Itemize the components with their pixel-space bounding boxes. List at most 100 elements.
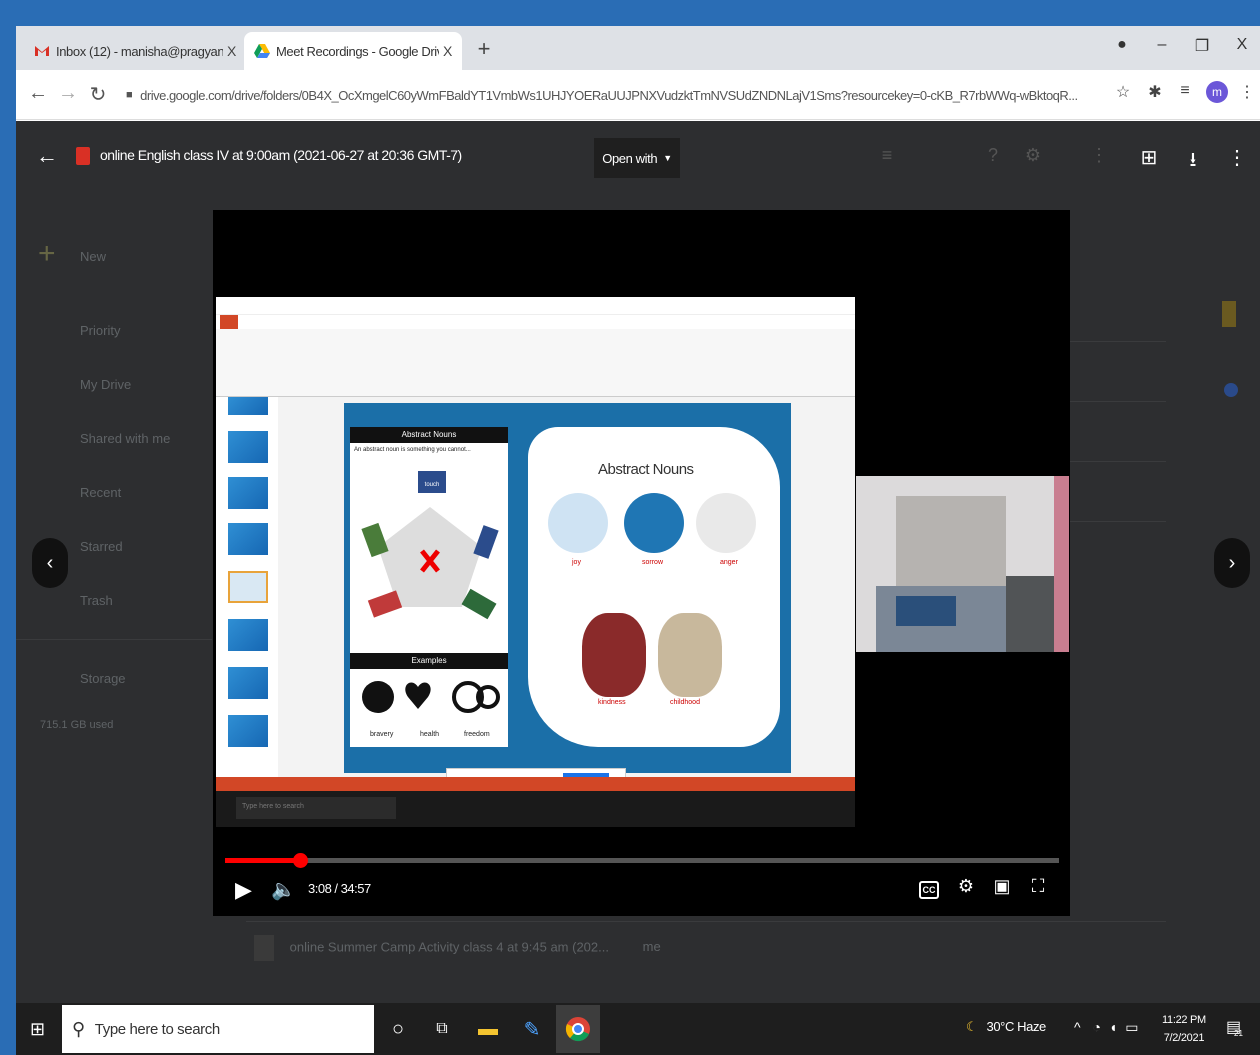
slide-thumbnail [228,523,268,555]
task-view-icon[interactable]: ⧉ [426,1013,458,1045]
drive-row-owner: me [642,939,661,955]
volume-icon[interactable]: 🔈 [271,877,296,902]
notifications-icon[interactable]: ▤ 21 [1226,1017,1248,1039]
gmail-icon [35,46,49,56]
minimize-button[interactable]: – [1148,36,1176,54]
video-frame-slide: Abstract Nouns An abstract noun is somet… [216,297,855,827]
sidebar-shared: Shared with me [80,431,171,446]
tab-gmail[interactable]: Inbox (12) - manisha@pragyans X [24,32,246,70]
bookmark-star-icon[interactable]: ☆ [1112,82,1134,102]
taskbar-search-box[interactable]: ⚲ Type here to search [62,1005,374,1053]
back-arrow-icon[interactable]: ← [36,143,58,169]
sidebar-starred: Starred [80,539,123,554]
url-field[interactable]: ■ drive.google.com/drive/folders/0B4X_Oc… [126,82,1116,108]
maximize-button[interactable]: ❐ [1188,36,1216,56]
clock-time: 11:22 PM [1162,1014,1206,1026]
time-display: 3:08 / 34:57 [308,881,371,896]
download-icon[interactable]: ⭳ [1180,145,1206,179]
fullscreen-icon[interactable]: ⛶ [1025,876,1051,902]
volume-tray-icon: ◖ [1108,1019,1118,1035]
item-childhood: childhood [670,699,700,706]
search-icon: ⚲ [72,1018,85,1039]
weather-moon-icon: ☾ [966,1019,978,1034]
anger-image [696,493,756,553]
sidebar-my-drive: My Drive [80,377,132,392]
side-panel-tasks-icon [1224,383,1238,397]
joy-image [548,493,608,553]
show-hidden-icons-icon: ^ [1074,1019,1081,1035]
new-tab-button[interactable]: + [472,36,496,62]
webcam-feed [856,476,1069,652]
taskbar-search-placeholder: Type here to search [94,1020,220,1038]
extensions-puzzle-icon[interactable]: ✱ [1144,82,1166,102]
video-file-icon [76,147,90,165]
windows-taskbar: ⊞ ⚲ Type here to search ○ ⧉ ▬ ✎ ☾ 30°C H… [16,1003,1260,1055]
weather-widget[interactable]: ☾ 30°C Haze [966,1019,1046,1035]
browser-menu-icon[interactable]: ⋮ [1236,82,1258,102]
close-window-button[interactable]: X [1228,36,1256,54]
item-sorrow: sorrow [642,559,664,566]
slide-thumbnail [228,619,268,651]
back-icon[interactable]: ← [26,82,50,105]
slide-thumbnail [228,397,268,415]
editor-app-icon[interactable]: ✎ [516,1013,548,1045]
taskbar-clock[interactable]: 11:22 PM 7/2/2021 [1162,1011,1206,1047]
play-icon[interactable]: ▶ [235,877,252,903]
dropdown-arrow-icon: ▼ [663,153,672,163]
item-anger: anger [720,559,738,566]
ppt-ribbon [216,329,855,397]
abstract-nouns-header: Abstract Nouns [350,427,508,443]
system-tray[interactable]: ^ ◔ ◖ ▭ [1074,1019,1138,1036]
tab-drive[interactable]: Meet Recordings - Google Drive X [244,32,462,70]
video-player[interactable]: Abstract Nouns An abstract noun is somet… [213,210,1070,916]
chrome-icon[interactable] [556,1005,600,1053]
progress-fill [225,858,300,863]
previous-file-icon[interactable]: ‹ [32,538,68,588]
example-bravery: bravery [370,731,394,738]
ppt-file-tab [220,315,238,329]
examples-icons [362,681,500,713]
cortana-icon[interactable]: ○ [382,1013,414,1045]
new-plus-icon: + [38,237,56,270]
more-actions-icon[interactable]: ⋮ [1224,145,1250,170]
next-file-icon[interactable]: › [1214,538,1250,588]
file-list-divider [246,921,1166,922]
lock-icon: ■ [126,89,133,101]
media-queue-icon[interactable]: ≡ [1174,82,1196,100]
slide-thumbnail-selected [228,571,268,603]
kindness-image [582,613,646,697]
webcam-scene [856,476,1069,652]
tab-close-icon[interactable]: X [227,43,236,59]
settings-gear-icon[interactable]: ⚙ [953,876,979,902]
chrome-logo [565,1017,590,1042]
recorded-search: Type here to search [236,797,396,819]
abstract-definition: An abstract noun is something you cannot… [354,447,471,453]
progress-scrubber[interactable] [292,853,308,868]
address-bar-row: ← → ↻ ■ drive.google.com/drive/folders/0… [16,70,1260,120]
miniplayer-icon[interactable]: ▣ [989,876,1015,902]
windows-start-icon[interactable]: ⊞ [30,1019,50,1039]
list-view-icon: ≡ [881,145,893,165]
tab-title: Inbox (12) - manisha@pragyans [56,43,224,59]
forward-icon[interactable]: → [56,82,80,105]
example-health: health [420,731,440,738]
open-with-label: Open with [602,150,658,166]
add-to-drive-icon[interactable]: ⊞ [1136,145,1162,170]
url-text: drive.google.com/drive/folders/0B4X_OcXm… [140,87,1078,103]
reload-icon[interactable]: ↻ [86,82,110,107]
captions-icon[interactable]: CC [919,881,939,899]
slide-thumbnail [228,667,268,699]
open-with-button[interactable]: Open with ▼ [594,138,680,178]
file-explorer-icon[interactable]: ▬ [472,1013,504,1045]
file-title: online English class IV at 9:00am (2021-… [100,147,462,163]
sidebar-priority: Priority [80,323,121,338]
slide-right-panel: Abstract Nouns joy sorrow anger kindness… [528,427,780,747]
tab-title: Meet Recordings - Google Drive [276,43,440,59]
extension-icon[interactable]: ● [1108,36,1136,54]
sidebar-recent: Recent [80,485,122,500]
tab-close-icon[interactable]: X [443,43,452,59]
profile-avatar[interactable]: m [1206,81,1228,103]
drive-row-title: online Summer Camp Activity class 4 at 9… [289,939,609,955]
ppt-status-bar [216,777,855,791]
progress-bar[interactable] [225,853,1059,868]
